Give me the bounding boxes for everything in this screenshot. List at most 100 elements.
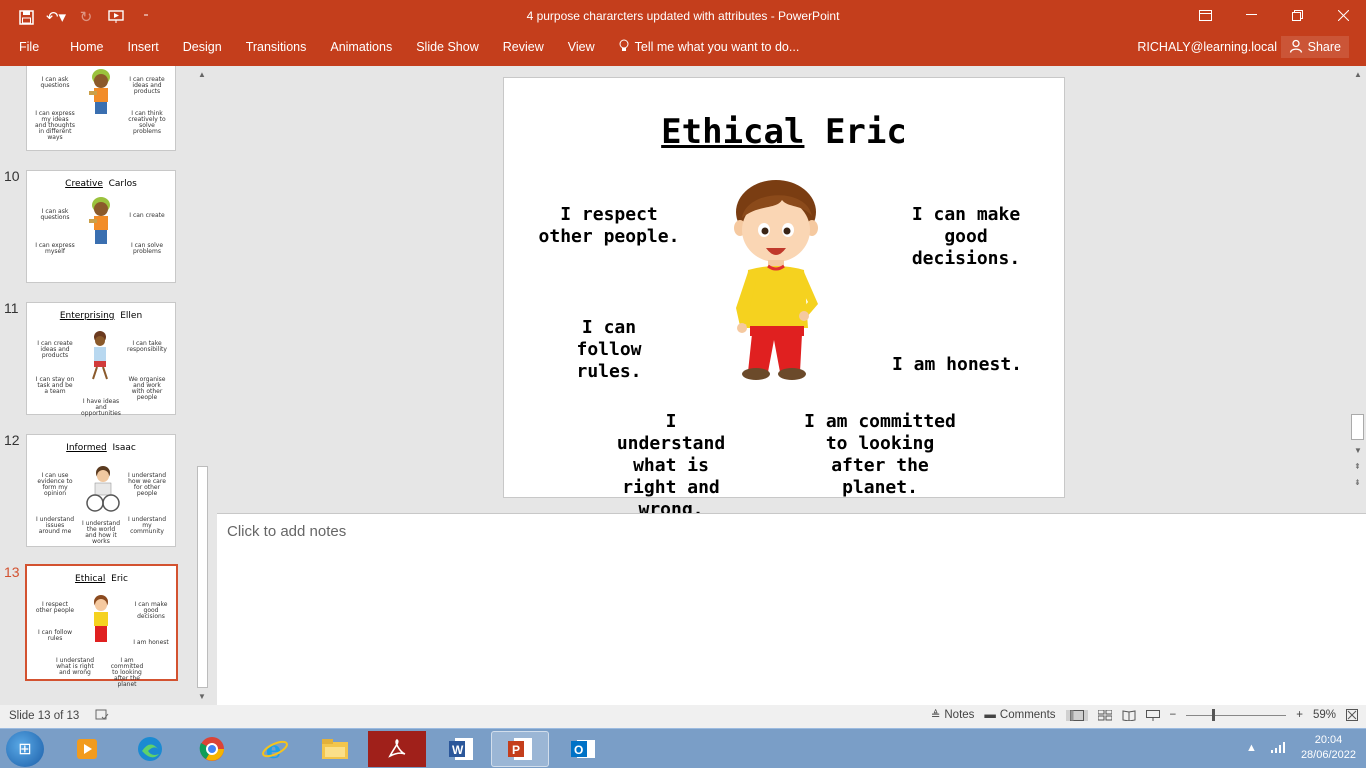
tab-design[interactable]: Design — [171, 34, 234, 60]
zoom-out-icon[interactable]: − — [1170, 709, 1177, 721]
slide-thumbnail-9[interactable]: I can ask questions I can express my ide… — [26, 66, 176, 151]
slide-number: 12 — [4, 432, 20, 448]
tab-transitions[interactable]: Transitions — [234, 34, 319, 60]
spelling-icon[interactable] — [95, 709, 109, 724]
tell-me-box[interactable]: Tell me what you want to do... — [607, 39, 799, 55]
thumb-note: I can ask questions — [40, 76, 70, 89]
tab-review[interactable]: Review — [491, 34, 556, 60]
edge-icon[interactable] — [121, 731, 179, 767]
scroll-thumb[interactable] — [197, 466, 208, 688]
show-hidden-icons-icon[interactable]: ▲ — [1246, 742, 1257, 754]
statement-planet[interactable]: I am committed to looking after the plan… — [800, 411, 960, 499]
thumb-title: Creative Carlos — [65, 179, 137, 189]
powerpoint-window: ↶▾ ↻ ⁼ 4 purpose chararcters updated wit… — [0, 0, 1366, 768]
statement-right-wrong[interactable]: I understand what is right and wrong. — [606, 411, 736, 521]
svg-text:W: W — [452, 743, 464, 757]
ribbon-display-options-icon[interactable] — [1182, 0, 1228, 30]
slide-number: 13 — [4, 564, 20, 580]
thumb-note: I can express myself — [35, 242, 75, 255]
comments-button[interactable]: ▬ Comments — [984, 709, 1055, 721]
fit-to-window-icon[interactable] — [1346, 709, 1358, 721]
notes-pane[interactable]: Click to add notes — [217, 513, 1366, 705]
previous-slide-icon[interactable]: ⇞ — [1354, 462, 1361, 471]
thumb-title: Informed Isaac — [66, 443, 136, 453]
zoom-slider-knob[interactable] — [1212, 709, 1216, 721]
statement-respect[interactable]: I respect other people. — [534, 204, 684, 248]
thumb-note: I can ask questions — [40, 208, 70, 221]
network-signal-icon[interactable] — [1270, 741, 1287, 756]
slide-thumbnail-10[interactable]: Creative Carlos I can ask questions I ca… — [26, 170, 176, 283]
current-slide[interactable]: Ethical Eric I respect other people. I c… — [503, 77, 1065, 520]
chrome-icon[interactable] — [183, 731, 241, 767]
clock-date: 28/06/2022 — [1300, 749, 1356, 761]
slide-title[interactable]: Ethical Eric — [504, 112, 1064, 152]
title-bar: ↶▾ ↻ ⁼ 4 purpose chararcters updated wit… — [0, 0, 1366, 34]
thumb-note: I am honest — [133, 639, 169, 646]
restore-icon[interactable] — [1274, 0, 1320, 30]
statement-decisions[interactable]: I can make good decisions. — [886, 204, 1046, 270]
next-slide-icon[interactable]: ⇟ — [1354, 478, 1361, 487]
scroll-down-icon[interactable]: ▼ — [198, 692, 206, 701]
tab-animations[interactable]: Animations — [318, 34, 404, 60]
slide-thumbnail-pane[interactable]: I can ask questions I can express my ide… — [0, 66, 216, 705]
zoom-slider[interactable] — [1186, 708, 1287, 722]
child-illustration — [86, 466, 120, 512]
statement-honest[interactable]: I am honest. — [886, 354, 1028, 376]
thumb-note: I understand how we care for other peopl… — [127, 472, 166, 497]
reading-view-icon[interactable] — [1122, 709, 1136, 721]
share-button[interactable]: Share — [1280, 36, 1349, 58]
start-button-icon[interactable]: ⊞ — [6, 731, 44, 767]
notes-placeholder[interactable]: Click to add notes — [227, 523, 346, 540]
scroll-down-icon[interactable]: ▼ — [1354, 446, 1362, 455]
account-name[interactable]: RICHALY@learning.local — [1137, 40, 1277, 54]
word-icon[interactable]: W — [432, 731, 490, 767]
editor-scrollbar[interactable]: ▲ ▼ ⇞ ⇟ — [1350, 66, 1366, 512]
scroll-thumb[interactable] — [1351, 414, 1364, 440]
thumb-note: I am committed to looking after the plan… — [110, 657, 144, 688]
thumb-title: Enterprising Ellen — [59, 311, 143, 321]
tab-home[interactable]: Home — [58, 34, 115, 60]
slide-sorter-icon[interactable] — [1097, 709, 1112, 721]
slide-thumbnail-13[interactable]: Ethical Eric I respect other people I ca… — [25, 564, 178, 688]
lightbulb-icon — [619, 39, 629, 55]
scroll-up-icon[interactable]: ▲ — [1354, 70, 1362, 79]
powerpoint-icon[interactable]: P — [491, 731, 549, 767]
internet-explorer-icon[interactable]: e — [246, 731, 304, 767]
zoom-level[interactable]: 59% — [1313, 709, 1336, 721]
windows-taskbar: ⊞ e W P O ▲ 20:04 28/06/2022 — [0, 728, 1366, 768]
notes-icon: ≜ — [930, 710, 941, 722]
statement-rules[interactable]: I can follow rules. — [544, 317, 674, 383]
slide-thumbnail-11[interactable]: Enterprising Ellen I can create ideas an… — [26, 302, 176, 417]
tab-file[interactable]: File — [0, 34, 58, 60]
share-label: Share — [1307, 40, 1341, 54]
zoom-in-icon[interactable]: + — [1296, 709, 1303, 721]
close-icon[interactable] — [1320, 0, 1366, 30]
thumb-note: I can use evidence to form my opinion — [37, 472, 73, 497]
document-title: 4 purpose chararcters updated with attri… — [526, 9, 840, 23]
thumbnail-scrollbar[interactable]: ▲ ▼ — [196, 66, 210, 705]
tab-slide-show[interactable]: Slide Show — [404, 34, 491, 60]
svg-text:e: e — [266, 735, 281, 763]
comment-icon: ▬ — [984, 709, 996, 721]
normal-view-icon[interactable] — [1065, 709, 1088, 721]
thumb-note: I can stay on task and be a team — [35, 376, 75, 395]
media-player-icon[interactable] — [58, 731, 116, 767]
cartoon-boy-illustration[interactable] — [722, 178, 826, 382]
thumb-note: I can express my ideas and thoughts in d… — [35, 110, 75, 141]
tab-insert[interactable]: Insert — [116, 34, 171, 60]
acrobat-icon[interactable] — [368, 731, 426, 767]
slide-thumbnail-12[interactable]: Informed Isaac I can use evidence to for… — [26, 434, 176, 547]
clock[interactable]: 20:04 28/06/2022 — [1301, 733, 1356, 763]
scroll-up-icon[interactable]: ▲ — [198, 70, 206, 79]
person-icon — [1289, 39, 1303, 56]
slide-show-icon[interactable] — [1145, 709, 1160, 721]
child-illustration — [94, 595, 108, 642]
tab-view[interactable]: View — [556, 34, 607, 60]
thumb-note: I understand the world and how it works — [81, 520, 120, 545]
minimize-icon[interactable] — [1228, 0, 1274, 30]
slide-editor[interactable]: Ethical Eric I respect other people. I c… — [217, 66, 1350, 520]
notes-button[interactable]: ≜ Notes — [931, 708, 975, 722]
thumb-note: I can take responsibility — [127, 340, 167, 353]
outlook-icon[interactable]: O — [554, 731, 612, 767]
file-explorer-icon[interactable] — [306, 731, 364, 767]
